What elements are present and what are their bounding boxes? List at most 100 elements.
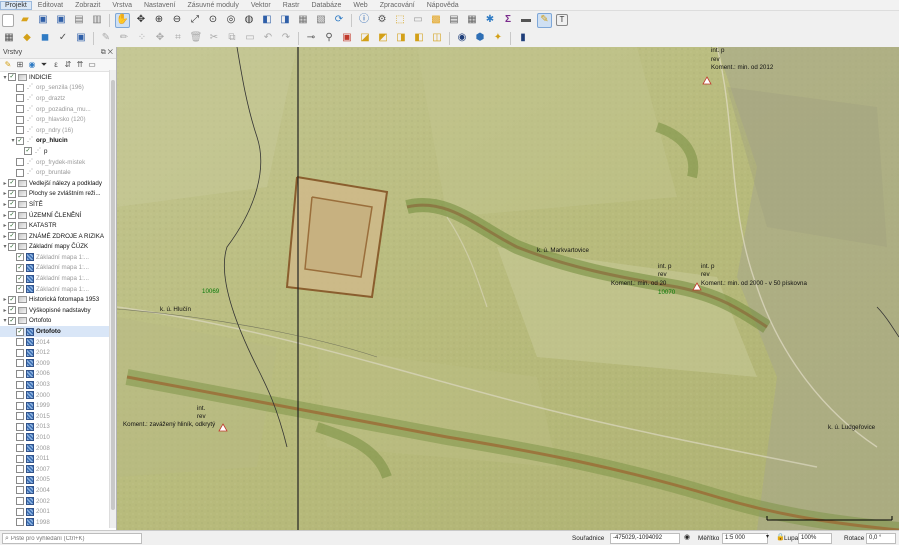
layer-visibility-checkbox[interactable] [16,168,24,177]
layer-tree-row[interactable]: Ortofoto [0,326,116,337]
layer-tree-row[interactable]: ▸ZNÁMÉ ZDROJE A RIZIKA [0,231,116,242]
move-label-icon[interactable]: ◩ [376,31,390,45]
layer-tree-row[interactable]: Základní mapa 1:... [0,273,116,284]
scale-field[interactable]: 1:5 000 [722,533,768,544]
layer-visibility-checkbox[interactable] [16,518,24,527]
layer-tree-row[interactable]: 1999 [0,400,116,411]
highlight-labels-icon[interactable]: ▣ [340,31,354,45]
layer-tree-row[interactable]: ⋰ orp_ndry (16) [0,125,116,136]
layer-tree-row[interactable]: Základní mapa 1:... [0,252,116,263]
text-annotation-icon[interactable]: T [556,14,568,26]
layer-visibility-checkbox[interactable] [16,444,24,453]
coordinate-field[interactable]: -475029,-1094092 [610,533,680,544]
rotation-field[interactable]: 0,0 ° [866,533,896,544]
digitize-icon[interactable]: ✓ [56,31,70,45]
layer-tree-row[interactable]: 2015 [0,411,116,422]
layer-tree-row[interactable]: ▸Plochy se zvláštním reži... [0,189,116,200]
layer-tree-row[interactable]: ▾INDICIE [0,72,116,83]
menu-item[interactable]: Vektor [245,2,277,9]
print-layout-icon[interactable]: ▤ [72,13,86,27]
settings-gear-icon[interactable]: ✱ [483,13,497,27]
zoom-selection-icon[interactable]: ⊙ [206,13,220,27]
current-edits-icon[interactable]: ▣ [74,31,88,45]
coordinate-toggle-icon[interactable]: ◉ [684,533,690,541]
menu-item[interactable]: Editovat [32,2,69,9]
layer-visibility-checkbox[interactable] [16,475,24,484]
zoom-out-icon[interactable]: ⊖ [170,13,184,27]
layer-tree-row[interactable]: 2003 [0,379,116,390]
layer-visibility-checkbox[interactable] [16,391,24,400]
layer-visibility-checkbox[interactable] [24,147,32,156]
menu-item[interactable]: Web [347,2,373,9]
measure-icon[interactable]: ▬ [519,13,533,27]
layer-visibility-checkbox[interactable] [16,433,24,442]
layer-visibility-checkbox[interactable] [16,253,24,262]
layer-tree-row[interactable]: ▸SÍTĚ [0,199,116,210]
cut-icon[interactable]: ✂ [207,31,221,45]
select-by-value-icon[interactable]: ▩ [429,13,443,27]
layer-visibility-checkbox[interactable] [16,105,24,114]
add-group-icon[interactable]: ⊞ [15,60,25,70]
layer-visibility-checkbox[interactable] [16,497,24,506]
menu-item[interactable]: Nastavení [138,2,182,9]
panel-float-close-icon[interactable]: ⧉ ✕ [101,49,113,57]
zoom-next-icon[interactable]: ◨ [278,13,292,27]
layer-tree-row[interactable]: 2000 [0,390,116,401]
zoom-last-icon[interactable]: ◧ [260,13,274,27]
layer-tree-row[interactable]: Základní mapa 1:... [0,284,116,295]
layer-tree-row[interactable]: 2004 [0,485,116,496]
layer-visibility-checkbox[interactable] [8,189,16,198]
layer-tree-row[interactable]: 1998 [0,517,116,528]
pin-labels-icon[interactable]: ⚲ [322,31,336,45]
change-label-icon[interactable]: ◧ [412,31,426,45]
layer-visibility-checkbox[interactable] [8,295,16,304]
layer-visibility-checkbox[interactable] [16,263,24,272]
layer-visibility-checkbox[interactable] [16,136,24,145]
layer-visibility-checkbox[interactable] [8,179,16,188]
layer-visibility-checkbox[interactable] [16,126,24,135]
layer-visibility-checkbox[interactable] [16,348,24,357]
layer-tree-row[interactable]: 2011 [0,453,116,464]
layer-tree-row[interactable]: ▾Ortofoto [0,316,116,327]
locator-search-input[interactable] [8,534,133,543]
layer-tree-row[interactable]: 2007 [0,464,116,475]
layer-tree-row[interactable]: 2013 [0,422,116,433]
delete-selected-icon[interactable]: 🗑 [189,31,203,45]
layer-visibility-checkbox[interactable] [16,507,24,516]
plugin-globe-icon[interactable]: ◉ [455,31,469,45]
layer-tree-row[interactable]: ⋰ orp_bruntale [0,167,116,178]
statistics-sigma-icon[interactable]: Σ [501,13,515,27]
layer-tree-row[interactable]: 2006 [0,369,116,380]
layer-tree-row[interactable]: ▾⋰orp_hlucin [0,136,116,147]
layer-visibility-checkbox[interactable] [16,369,24,378]
layer-visibility-checkbox[interactable] [8,211,16,220]
layer-visibility-checkbox[interactable] [16,359,24,368]
layer-visibility-checkbox[interactable] [16,454,24,463]
layer-tree-row[interactable]: ▸Historická fotomapa 1953 [0,294,116,305]
help-book-icon[interactable]: ▮ [516,31,530,45]
open-project-icon[interactable]: ▰ [18,13,32,27]
paste-icon[interactable]: ▭ [243,31,257,45]
map-tips-icon[interactable]: ✎ [537,12,552,28]
layer-visibility-checkbox[interactable] [16,486,24,495]
vertex-tool-icon[interactable]: ⌗ [171,31,185,45]
locator-search[interactable]: ⌕ [2,533,142,544]
toggle-editing-icon[interactable]: ✎ [99,31,113,45]
scale-dropdown-chevron-icon[interactable]: ▾ [766,533,769,540]
data-source-manager-icon[interactable]: ▦ [2,31,16,45]
layer-visibility-checkbox[interactable] [16,380,24,389]
layer-tree-row[interactable]: 2002 [0,496,116,507]
menu-item[interactable]: Zpracování [374,2,421,9]
layer-tree-row[interactable]: ⋰ orp_senzila (196) [0,83,116,94]
layer-visibility-checkbox[interactable] [8,242,16,251]
new-bookmark-icon[interactable]: ▦ [296,13,310,27]
copy-icon[interactable]: ⧉ [225,31,239,45]
map-canvas[interactable]: int. p rev Koment.: min. od 2012 k. ú. M… [117,47,899,530]
layer-visibility-checkbox[interactable] [16,285,24,294]
zoom-full-icon[interactable]: ⤢ [188,13,202,27]
pencil-icon[interactable]: ✏ [117,31,131,45]
layer-visibility-checkbox[interactable] [16,115,24,124]
layer-tree-row[interactable]: ▸ÚZEMNÍ ČLENĚNÍ [0,210,116,221]
layer-visibility-checkbox[interactable] [16,327,24,336]
layer-visibility-checkbox[interactable] [16,422,24,431]
